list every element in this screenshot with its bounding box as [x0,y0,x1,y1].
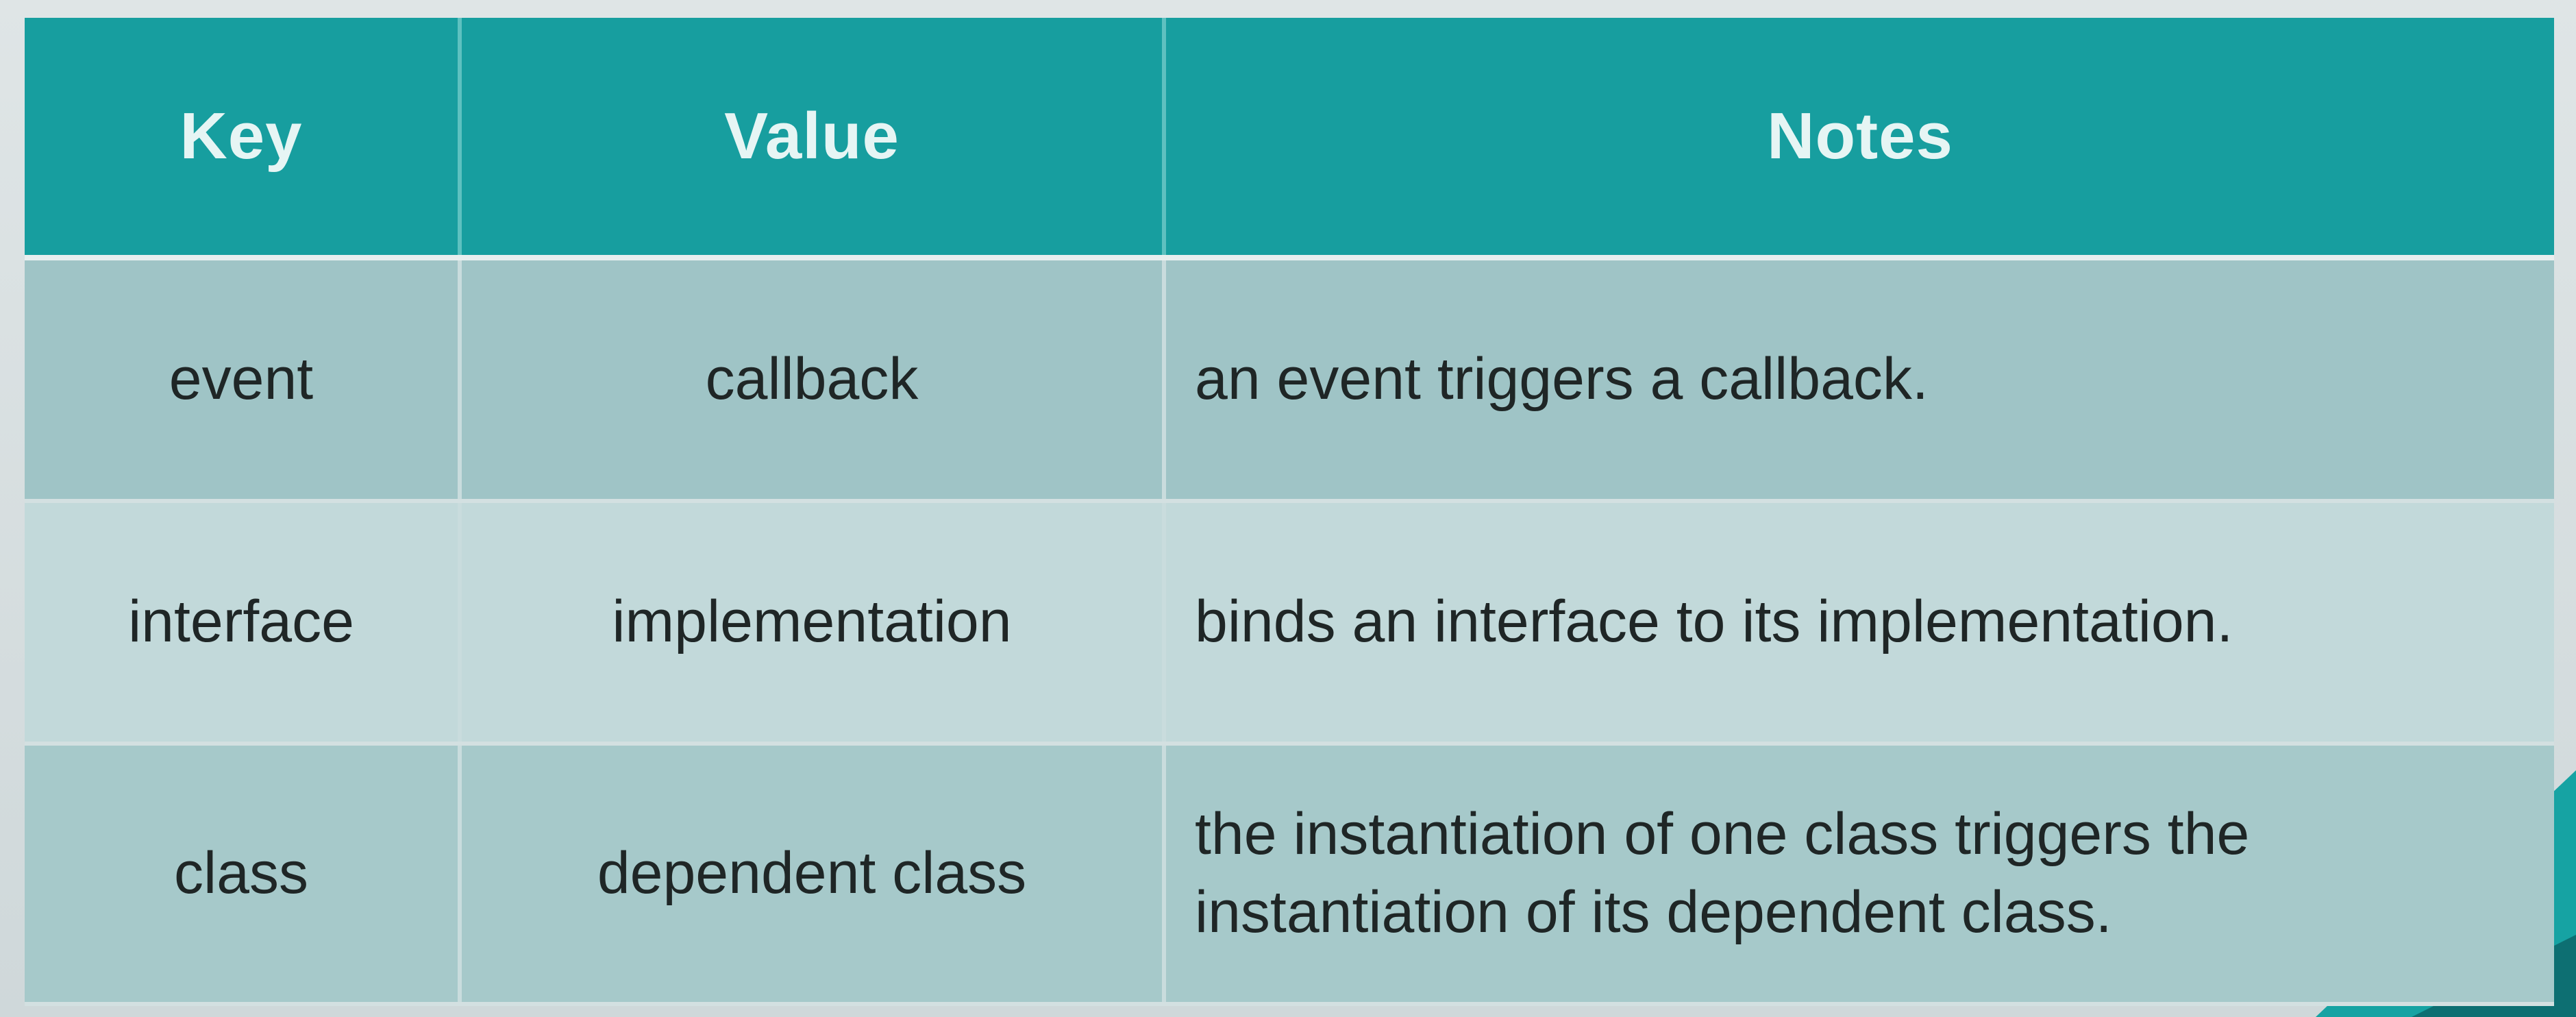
header-row: Key Value Notes [25,18,2554,260]
cell-value: callback [460,258,1166,503]
table-row: interface implementation binds an interf… [25,501,2554,746]
cell-key: interface [25,501,462,746]
cell-value: implementation [460,501,1166,746]
table-body: event callback an event triggers a callb… [25,258,2554,1006]
cell-notes: an event triggers a callback. [1164,258,2554,503]
key-value-table: Key Value Notes event callback an event … [25,18,2554,1006]
table-row: class dependent class the instantiation … [25,744,2554,1006]
table-row: event callback an event triggers a callb… [25,258,2554,503]
cell-notes: binds an interface to its implementation… [1164,501,2554,746]
cell-value: dependent class [460,744,1166,1006]
header-notes: Notes [1164,18,2554,260]
header-key: Key [25,18,462,260]
cell-notes: the instantiation of one class triggers … [1164,744,2554,1006]
cell-key: class [25,744,462,1006]
table-header: Key Value Notes [25,18,2554,260]
cell-key: event [25,258,462,503]
header-value: Value [460,18,1166,260]
